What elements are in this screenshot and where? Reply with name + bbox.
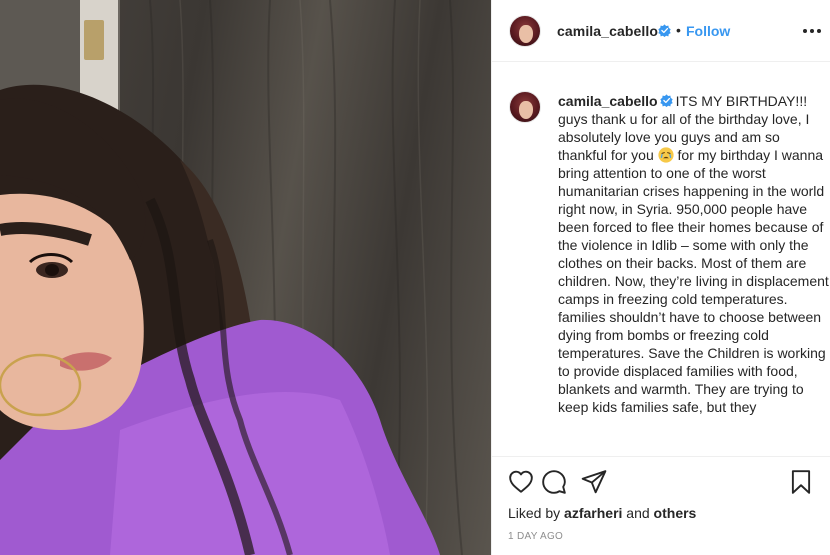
- liked-by-and: and: [622, 505, 654, 521]
- liked-by-prefix: Liked by: [508, 505, 565, 521]
- post-timestamp[interactable]: 1 DAY AGO: [508, 531, 563, 542]
- verified-badge-icon: [659, 94, 673, 107]
- post-side-panel: camila_cabello • Follow camila_cabello IT…: [491, 0, 830, 555]
- verified-badge-icon: [658, 24, 671, 37]
- post-actions: Liked by azfarheri and others 1 DAY AGO: [492, 456, 830, 555]
- liked-by-text: Liked by azfarheri and others: [508, 505, 696, 521]
- caption-avatar[interactable]: [509, 91, 541, 123]
- paper-plane-icon[interactable]: [581, 469, 607, 495]
- heart-icon[interactable]: [508, 469, 534, 495]
- liked-by-user-link[interactable]: azfarheri: [564, 505, 622, 521]
- caption-scroll-area[interactable]: camila_cabello ITS MY BIRTHDAY!!! guys th…: [492, 62, 830, 456]
- caption-text-part-2: for my birthday I wanna bring attention …: [558, 147, 829, 415]
- bookmark-icon[interactable]: [788, 469, 814, 495]
- separator-dot: •: [676, 22, 681, 38]
- post-header: camila_cabello • Follow: [492, 0, 830, 62]
- avatar[interactable]: [509, 15, 541, 47]
- follow-button[interactable]: Follow: [686, 23, 730, 39]
- comment-icon[interactable]: [541, 469, 567, 495]
- username-link[interactable]: camila_cabello: [557, 23, 658, 39]
- selfie-image: [0, 0, 463, 555]
- post-photo[interactable]: [0, 0, 491, 555]
- instagram-post-modal: camila_cabello • Follow camila_cabello IT…: [0, 0, 830, 555]
- caption-username[interactable]: camila_cabello: [558, 93, 658, 109]
- more-options-icon[interactable]: [801, 17, 823, 43]
- liked-by-others-link[interactable]: others: [654, 505, 697, 521]
- caption: camila_cabello ITS MY BIRTHDAY!!! guys th…: [558, 92, 830, 416]
- crying-face-emoji-icon: [658, 147, 674, 163]
